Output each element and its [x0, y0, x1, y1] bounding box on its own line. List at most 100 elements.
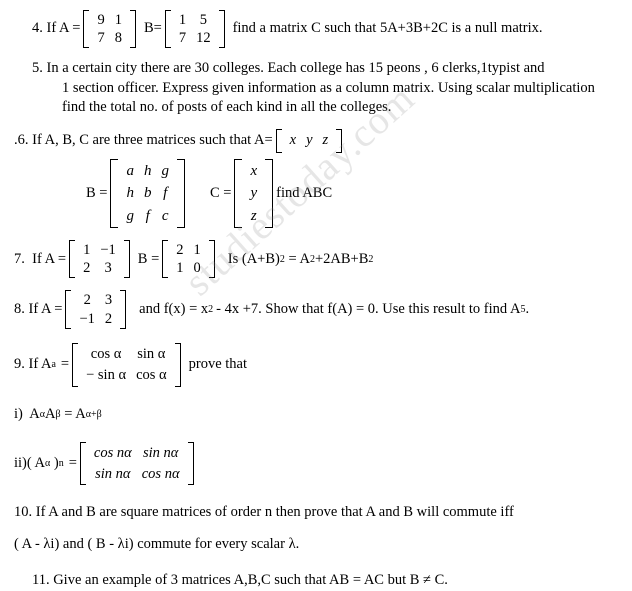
question-7: 7. If A = 1 −1 2 3 B = 2 1 1 0 Is (A+B) … [14, 240, 620, 279]
cell: f [163, 185, 168, 202]
cell: −1 [79, 310, 95, 327]
q9ii-mid: ) [50, 454, 59, 471]
q7-number: 7. If A = [14, 250, 67, 267]
q8-tail-pre: and f(x) = x [139, 300, 209, 317]
q8-exponent-1: 2 [208, 303, 214, 315]
cell: 5 [199, 12, 207, 28]
q5-line3: find the total no. of posts of each kind… [62, 99, 392, 116]
question-5: 5. In a certain city there are 30 colleg… [14, 59, 620, 118]
matrix-cells: 1 −1 2 3 [75, 240, 124, 278]
question-9-ii: ii)( A α ) n = cos nα sin nα sin nα cos … [14, 442, 620, 485]
q4-b-label: B= [143, 20, 162, 37]
cell: sin α [137, 345, 166, 362]
bracket-right [120, 290, 127, 329]
cell: 2 [83, 260, 91, 277]
cell: 3 [104, 292, 113, 309]
cell: 8 [114, 30, 122, 47]
bracket-right [218, 10, 225, 49]
cell: 1 [176, 260, 184, 277]
q7-tail-pre: Is (A+B) [227, 250, 280, 267]
cell: a [126, 162, 134, 179]
cell: 3 [104, 260, 112, 277]
matrix-cells: a h g h b f g f c [118, 159, 177, 229]
cell: 1 [178, 12, 187, 28]
q9ii-matrix: cos nα sin nα sin nα cos nα [79, 442, 194, 485]
cell: cos nα [93, 445, 132, 462]
question-9-i: i) A α A β = A α+β [14, 405, 620, 425]
matrix-cells: x y z [242, 159, 265, 229]
q4-matrix-a: 9 1 7 8 [83, 10, 136, 49]
question-4: 4. If A = 9 1 7 8 B= 1 5 7 12 find a mat… [14, 10, 620, 49]
cell: g [126, 207, 134, 224]
question-8: 8. If A = 2 3 −1 2 and f(x) = x 2 - 4x +… [14, 290, 620, 329]
bracket-left [110, 158, 119, 229]
q7-b-label: B = [137, 250, 160, 267]
matrix-cells: 9 1 7 8 [89, 10, 130, 48]
cell: 0 [193, 260, 201, 277]
cell: cos α [136, 366, 167, 383]
q7-tail-mid2: +2AB+B [314, 250, 369, 267]
cell: y [250, 185, 258, 202]
q11-line1: 11. Give an example of 3 matrices A,B,C … [32, 572, 448, 588]
q8-tail-mid: - 4x +7. Show that f(A) = 0. Use this re… [216, 300, 521, 317]
q9ii-exponent: n [58, 457, 64, 469]
q9-number: 9. If A [14, 355, 52, 372]
q5-line1: 5. In a certain city there are 30 colleg… [32, 60, 545, 77]
cell: 7 [178, 30, 187, 47]
cell: 1 [83, 242, 91, 259]
cell: 2 [83, 292, 91, 309]
q9ii-pre: ii)( A [14, 454, 46, 471]
cell: 2 [176, 242, 184, 259]
cell: x [250, 162, 258, 179]
cell: 2 [104, 310, 113, 327]
question-9: 9. If A a = cos α sin α − sin α cos α pr… [14, 342, 620, 387]
q9ii-eq: = [68, 454, 77, 471]
q9i-eq: = A [60, 405, 86, 422]
q6-matrix-c: x y z [234, 158, 274, 229]
bracket-right [187, 442, 194, 485]
bracket-left [234, 158, 243, 229]
matrix-cells: cos nα sin nα sin nα cos nα [86, 442, 188, 485]
cell: y [306, 131, 313, 148]
question-6: .6. If A, B, C are three matrices such t… [14, 128, 620, 153]
cell: h [143, 162, 152, 179]
q6-lead: .6. If A, B, C are three matrices such t… [14, 132, 273, 149]
cell: f [145, 207, 150, 224]
matrix-cells: cos α sin α − sin α cos α [78, 343, 175, 387]
q4-number: 4. If A = [32, 20, 81, 37]
cell: 12 [196, 30, 211, 47]
q7-tail-mid: = A [284, 250, 310, 267]
q6-c-label: C = [209, 184, 232, 201]
cell: cos α [90, 345, 122, 362]
cell: sin nα [95, 465, 131, 482]
cell: − sin α [86, 366, 127, 383]
q10-line2: ( A - λi) and ( B - λi) commute for ever… [14, 536, 300, 553]
document-page: studiestoday.com 4. If A = 9 1 7 8 B= 1 … [0, 0, 632, 588]
q8-number: 8. If A = [14, 300, 63, 317]
question-6-matrices: B = a h g h b f g f c C = x y z find ABC [14, 158, 620, 229]
cell: z [322, 131, 329, 148]
q6-matrix-a: x y z [275, 128, 343, 153]
cell: sin nα [142, 445, 179, 462]
cell: g [161, 162, 169, 179]
matrix-cells: 2 1 1 0 [168, 240, 209, 278]
q9-tail: prove that [188, 355, 248, 372]
bracket-right [208, 240, 215, 279]
q9i-mid: A [45, 405, 56, 422]
cell: z [250, 207, 257, 224]
bracket-right [129, 10, 136, 49]
matrix-cells: x y z [282, 129, 337, 153]
cell: x [289, 131, 297, 148]
matrix-cells: 2 3 −1 2 [71, 290, 120, 328]
cell: b [143, 185, 152, 202]
q8-tail-end: . [525, 300, 530, 317]
q7-exponent-3: 2 [368, 253, 374, 265]
q7-matrix-b: 2 1 1 0 [162, 240, 215, 279]
q7-matrix-a: 1 −1 2 3 [69, 240, 130, 279]
bracket-right [265, 158, 274, 229]
question-10: 10. If A and B are square matrices of or… [14, 503, 620, 555]
bracket-right [123, 240, 130, 279]
q9-equals: = [60, 355, 70, 372]
bracket-right [176, 158, 185, 229]
q5-line2: 1 section officer. Express given informa… [62, 79, 595, 96]
